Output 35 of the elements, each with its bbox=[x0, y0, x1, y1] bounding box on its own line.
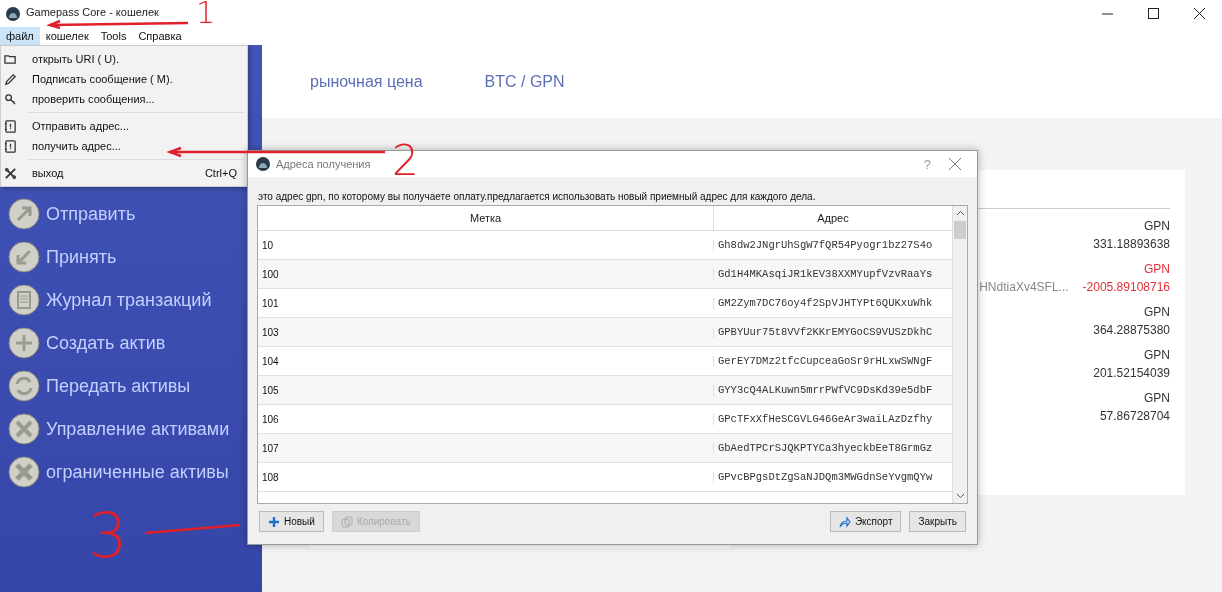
table-cell: 108 bbox=[262, 471, 279, 483]
table-cell: GbAedTPCrSJQKPTYCa3hyeckbEeT8GrmGz bbox=[718, 442, 933, 454]
table-cell: 103 bbox=[262, 326, 279, 338]
amount-value: 331.18893638 bbox=[1093, 237, 1170, 251]
currency-label: GPN bbox=[1144, 219, 1170, 233]
table-cell: 105 bbox=[262, 384, 279, 396]
amount-value: -2005.89108716 bbox=[1082, 280, 1170, 294]
table-cell: GPBYUur75t8VVf2KKrEMYGoCS9VUSzDkhC bbox=[718, 326, 933, 338]
description-text: это адрес gpn, по которому вы получаете оплату.предлагается использовать новый приемный адрес для каждого дела. bbox=[257, 190, 817, 204]
table-cell: 104 bbox=[262, 355, 279, 367]
amount-value: 201.52154039 bbox=[1093, 366, 1170, 380]
table-cell: 107 bbox=[262, 442, 279, 454]
table-cell: GYY3cQ4ALKuwn5mrrPWfVC9DsKd39e5dbF bbox=[718, 384, 933, 396]
table-cell: GPvcBPgsDtZgSaNJDQm3MWGdnSeYvgmQYw bbox=[718, 471, 933, 483]
annotation-number: 2 bbox=[392, 140, 419, 182]
currency-label: GPN bbox=[1144, 391, 1170, 405]
currency-label: GPN bbox=[1144, 262, 1170, 276]
annotation-number: 3 bbox=[88, 505, 128, 567]
table-cell: 106 bbox=[262, 413, 279, 425]
amount-value: 364.28875380 bbox=[1093, 323, 1170, 337]
table-cell: Gh8dw2JNgrUhSgW7fQR54Pyogr1bz27S4o bbox=[718, 239, 933, 251]
currency-label: GPN bbox=[1144, 348, 1170, 362]
table-cell: 10 bbox=[262, 239, 274, 251]
table-cell: 101 bbox=[262, 297, 279, 309]
table-cell: Gd1H4MKAsqiJR1kEV38XXMYupfVzvRaaYs bbox=[718, 268, 933, 280]
table-cell: GPcTFxXfHeSCGVLG46GeAr3waiLAzDzfhy bbox=[718, 413, 933, 425]
table-cell: 100 bbox=[262, 268, 279, 280]
currency-label: GPN bbox=[1144, 305, 1170, 319]
address-label: HNdtiaXv4SFL... bbox=[979, 280, 1069, 294]
table-cell: GM2Zym7DC76oy4f2SpVJHTYPt6QUKxuWhk bbox=[718, 297, 933, 309]
window-title: Gamepass Core - кошелек bbox=[26, 5, 159, 18]
dialog-title: Адреса получения bbox=[276, 158, 371, 170]
annotation-number: 1 bbox=[196, 0, 216, 28]
table-cell: GerEY7DMz2tfcCupceaGoSr9rHLxwSWNgF bbox=[718, 355, 933, 367]
amount-value: 57.86728704 bbox=[1099, 409, 1170, 423]
